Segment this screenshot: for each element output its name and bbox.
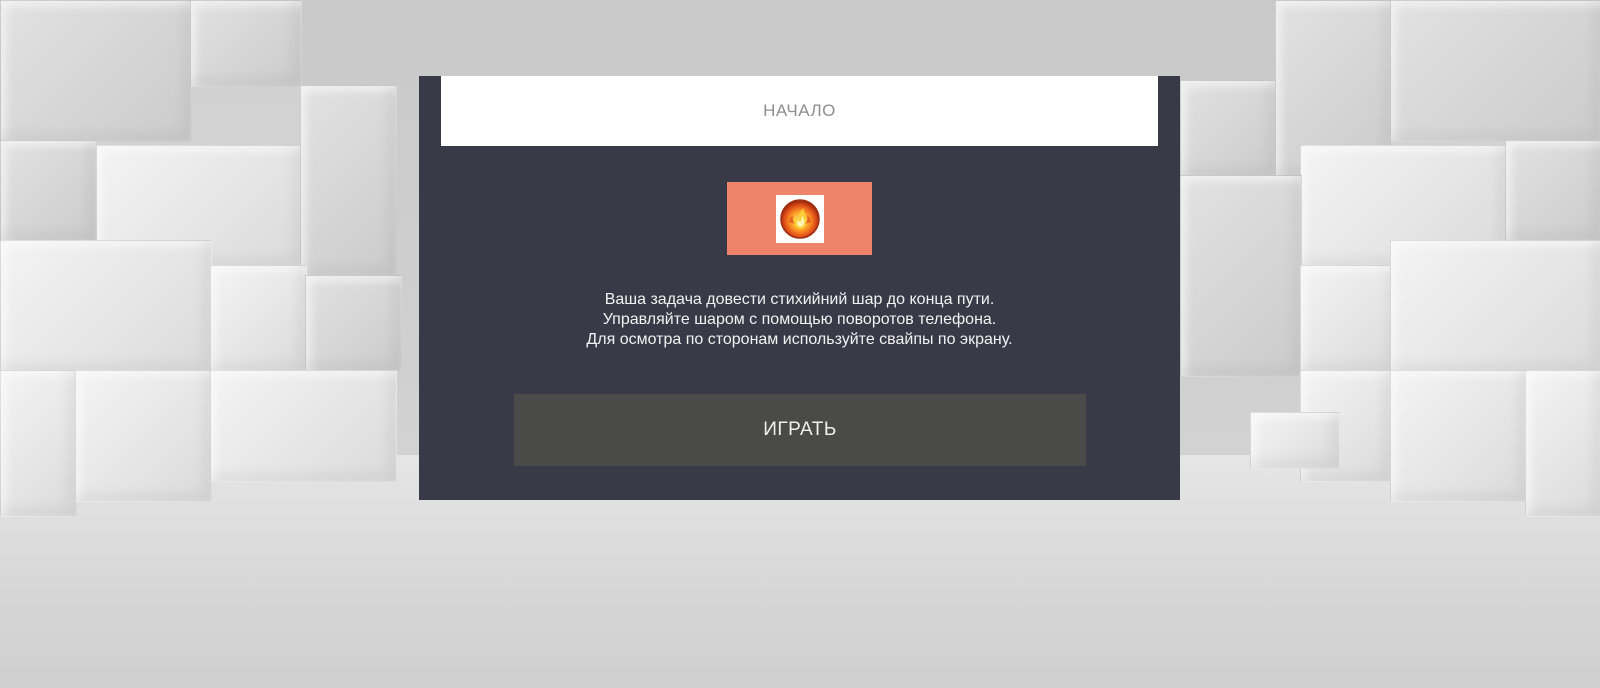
wall-block — [1180, 175, 1302, 377]
wall-block — [300, 85, 397, 277]
wall-block — [1525, 370, 1600, 517]
wall-block — [0, 140, 97, 242]
wall-block — [1390, 0, 1600, 142]
play-button-label: ИГРАТЬ — [763, 419, 837, 440]
instruction-line: Для осмотра по сторонам используйте свай… — [586, 331, 1013, 348]
fire-ball-icon — [779, 198, 820, 239]
wall-block — [1390, 240, 1600, 372]
instruction-line: Управляйте шаром с помощью поворотов тел… — [602, 311, 997, 328]
wall-block — [210, 370, 397, 482]
wall-block — [0, 0, 192, 142]
instructions-text: Ваша задача довести стихийний шар до кон… — [419, 290, 1180, 350]
wall-block — [1300, 265, 1397, 372]
ball-select-tile[interactable] — [727, 182, 872, 255]
wall-block — [305, 275, 402, 372]
start-dialog: НАЧАЛО Ваша задача довести стихийний шар… — [419, 76, 1180, 500]
ball-frame — [775, 194, 824, 243]
instruction-line: Ваша задача довести стихийний шар до кон… — [604, 291, 995, 308]
dialog-title: НАЧАЛО — [763, 101, 836, 120]
wall-block — [190, 0, 302, 87]
floor-block — [1250, 412, 1340, 469]
wall-block — [0, 240, 212, 372]
play-button[interactable]: ИГРАТЬ — [514, 394, 1086, 466]
wall-block — [1505, 140, 1600, 242]
wall-block — [0, 370, 77, 517]
wall-block — [1390, 370, 1527, 502]
dialog-header: НАЧАЛО — [441, 76, 1158, 146]
wall-block — [75, 370, 212, 502]
wall-block — [210, 265, 307, 372]
wall-block — [1180, 80, 1277, 177]
